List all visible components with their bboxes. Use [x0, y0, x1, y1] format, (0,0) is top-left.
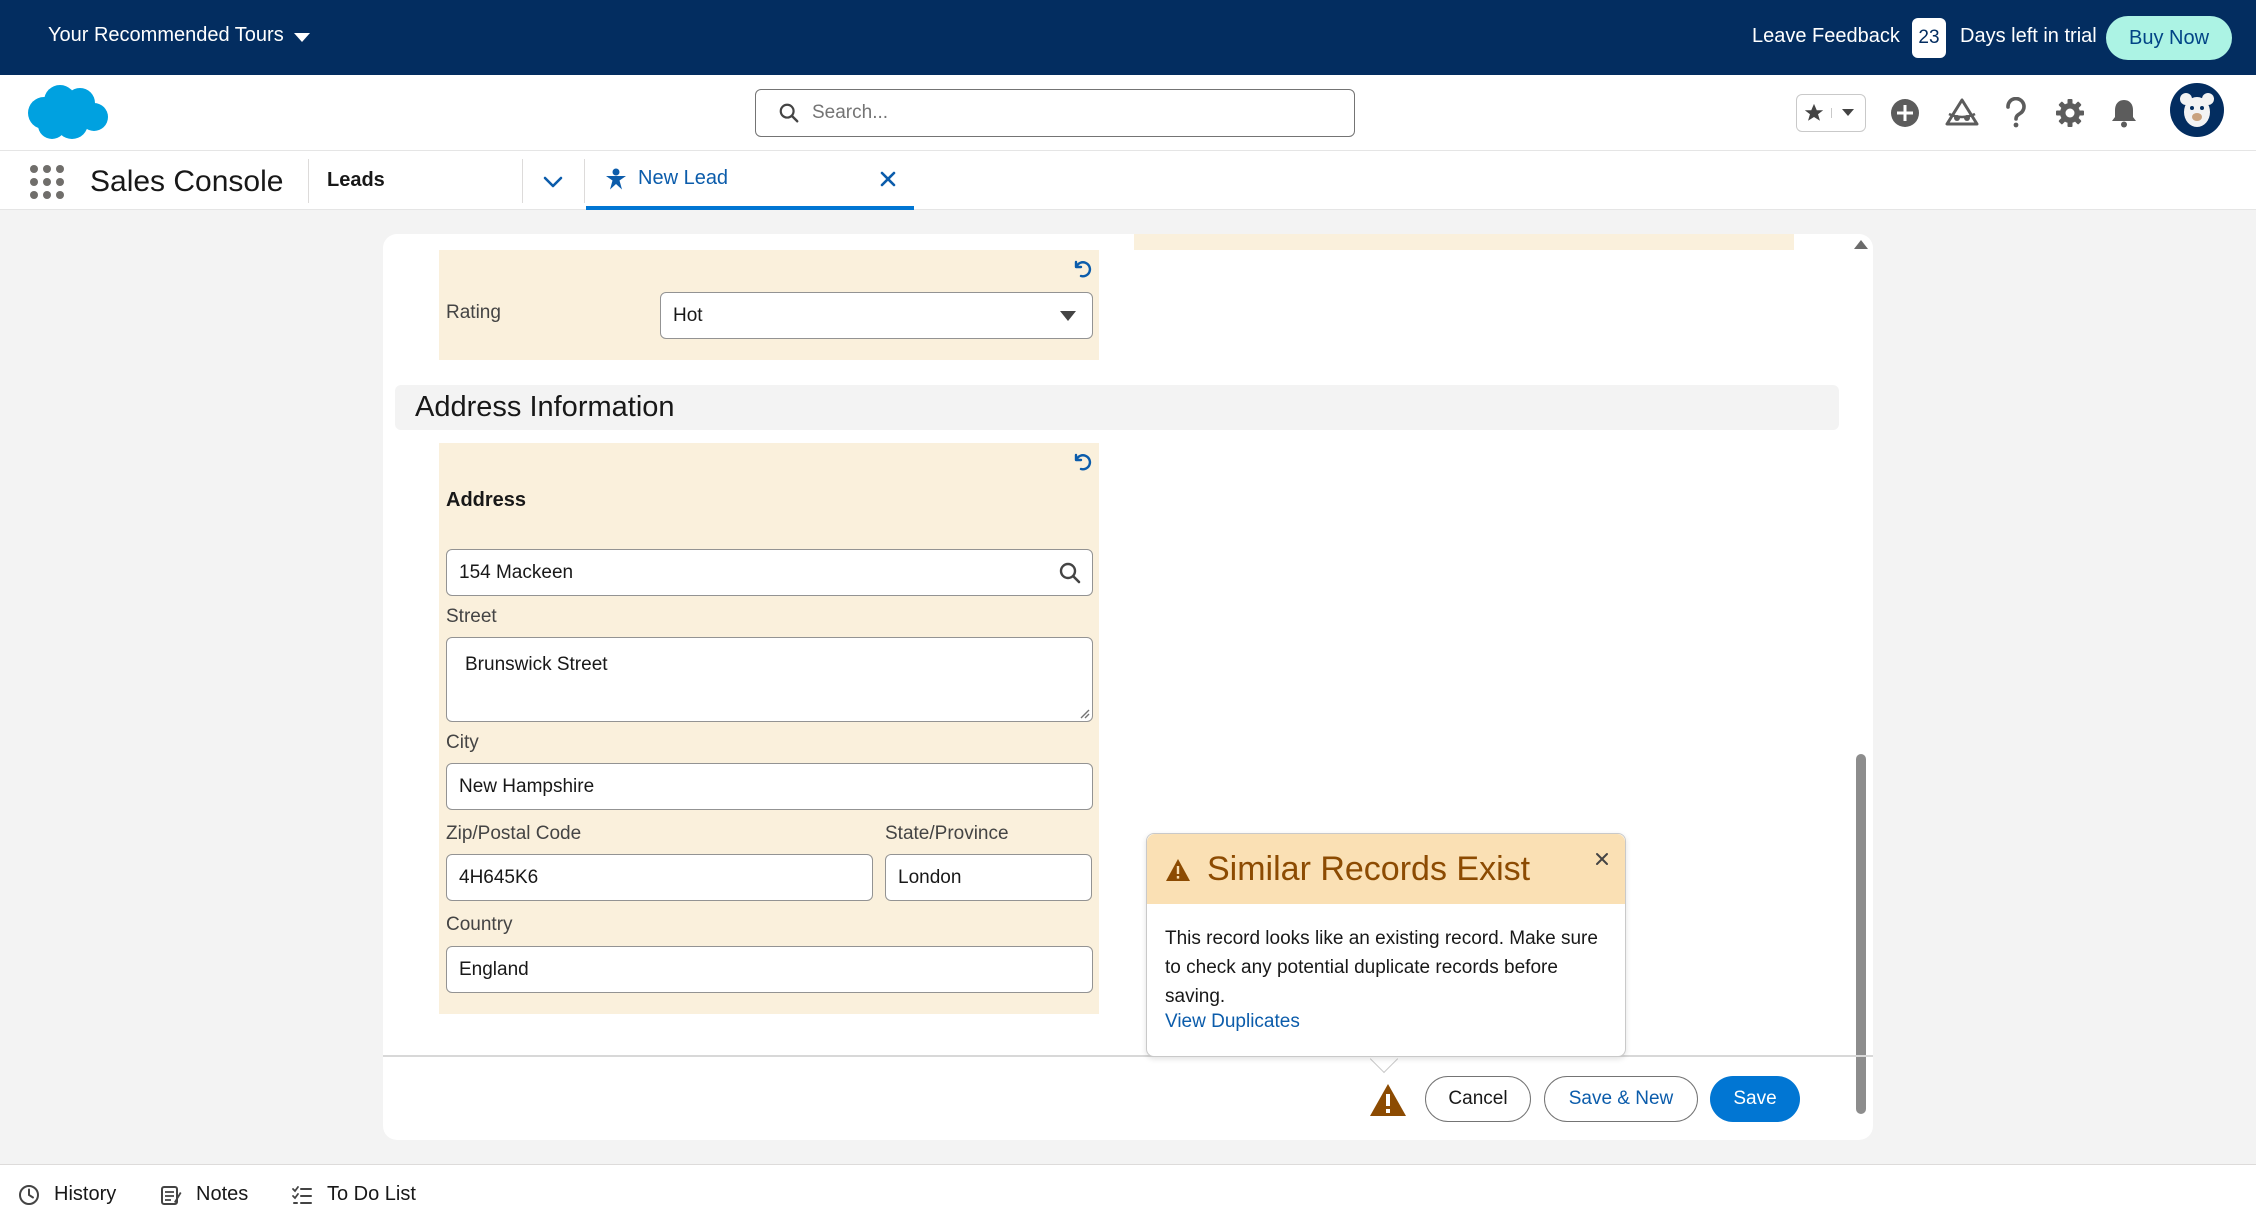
address-search-input[interactable]: 154 Mackeen	[446, 549, 1093, 596]
address-field-container	[439, 443, 1099, 1014]
section-title: Address Information	[415, 391, 675, 423]
buy-now-button[interactable]: Buy Now	[2106, 16, 2232, 60]
utility-history[interactable]: History	[18, 1183, 116, 1206]
rating-select[interactable]: Hot	[660, 292, 1093, 339]
close-icon[interactable]	[1591, 848, 1613, 870]
favorites-button-group	[1796, 94, 1866, 132]
country-input[interactable]: England	[446, 946, 1093, 993]
save-and-new-button[interactable]: Save & New	[1544, 1076, 1698, 1122]
tab-label: New Lead	[638, 167, 729, 189]
popover-message: This record looks like an existing recor…	[1165, 928, 1598, 1007]
notifications-bell-icon[interactable]	[2106, 95, 2142, 131]
utility-todo-list[interactable]: To Do List	[291, 1183, 416, 1206]
state-label: State/Province	[885, 823, 1009, 844]
state-value: London	[898, 866, 962, 888]
trailhead-icon[interactable]	[1944, 95, 1980, 131]
app-name: Sales Console	[90, 165, 284, 198]
app-launcher-icon[interactable]	[30, 165, 64, 199]
undo-rating-icon[interactable]	[1069, 256, 1093, 280]
zip-label: Zip/Postal Code	[446, 823, 582, 844]
popover-header: Similar Records Exist	[1147, 834, 1625, 904]
utility-todo-label: To Do List	[327, 1183, 416, 1205]
textarea-resize-handle[interactable]	[1078, 707, 1090, 719]
street-label: Street	[446, 606, 497, 627]
zip-input[interactable]: 4H645K6	[446, 854, 873, 901]
search-icon	[779, 103, 799, 123]
tab-new-lead[interactable]: New Lead	[586, 151, 914, 210]
trial-days-text: Days left in trial	[1960, 25, 2097, 47]
search-placeholder: Search...	[812, 102, 889, 123]
similar-records-popover: Similar Records Exist This record looks …	[1146, 833, 1626, 1057]
recommended-tours-menu[interactable]: Your Recommended Tours	[48, 24, 310, 47]
utility-bar: History Notes To Do List	[0, 1164, 2256, 1224]
app-navigation-bar: Sales Console Leads New Lead	[0, 151, 2256, 210]
undo-address-icon[interactable]	[1069, 449, 1093, 473]
notes-icon	[161, 1185, 182, 1205]
rating-value: Hot	[673, 304, 703, 326]
nav-divider	[522, 159, 523, 203]
city-input[interactable]: New Hampshire	[446, 763, 1093, 810]
checklist-icon	[292, 1185, 312, 1204]
scroll-up-arrow[interactable]	[1854, 240, 1868, 249]
warning-icon	[1166, 859, 1190, 881]
form-footer-divider	[383, 1055, 1873, 1057]
user-avatar[interactable]	[2170, 83, 2224, 137]
popover-title: Similar Records Exist	[1207, 850, 1531, 888]
global-add-icon[interactable]	[1887, 95, 1923, 131]
trial-days-badge: 23	[1912, 18, 1946, 58]
salesforce-logo[interactable]	[22, 81, 112, 145]
favorites-star-icon[interactable]	[1797, 102, 1831, 124]
clock-icon	[19, 1184, 39, 1205]
zip-value: 4H645K6	[459, 866, 539, 888]
state-input[interactable]: London	[885, 854, 1092, 901]
leave-feedback-link[interactable]: Leave Feedback	[1752, 25, 1900, 48]
country-value: England	[459, 958, 529, 980]
utility-history-label: History	[54, 1183, 117, 1205]
utility-notes-label: Notes	[196, 1183, 249, 1205]
cancel-button[interactable]: Cancel	[1425, 1076, 1531, 1122]
address-label: Address	[446, 489, 527, 511]
street-value: Brunswick Street	[465, 654, 608, 675]
nav-menu-chevron-down-icon[interactable]	[538, 169, 568, 195]
view-duplicates-link[interactable]: View Duplicates	[1165, 1011, 1300, 1033]
save-button[interactable]: Save	[1710, 1076, 1800, 1122]
lead-icon	[606, 168, 626, 189]
nav-item-leads[interactable]: Leads	[327, 169, 385, 192]
trial-banner: Your Recommended Tours Leave Feedback 23…	[0, 0, 2256, 75]
address-information-section-header[interactable]: Address Information	[395, 385, 1839, 430]
street-textarea[interactable]: Brunswick Street	[446, 637, 1093, 722]
nav-divider	[308, 159, 309, 203]
chevron-down-icon	[293, 32, 310, 42]
global-header: Search...	[0, 75, 2256, 151]
close-tab-icon[interactable]	[878, 169, 898, 189]
rating-label: Rating	[446, 302, 501, 323]
global-search-input[interactable]: Search...	[755, 89, 1355, 137]
highlighted-field-edge	[1134, 234, 1794, 250]
form-scrollbar-thumb[interactable]	[1856, 754, 1866, 1114]
utility-notes[interactable]: Notes	[160, 1183, 248, 1206]
recommended-tours-label: Your Recommended Tours	[48, 24, 284, 46]
help-icon[interactable]	[1998, 95, 2034, 131]
city-value: New Hampshire	[459, 775, 595, 797]
dropdown-caret-icon	[1060, 311, 1076, 321]
country-label: Country	[446, 914, 513, 935]
search-icon[interactable]	[1058, 561, 1082, 585]
setup-gear-icon[interactable]	[2052, 95, 2088, 131]
duplicate-warning-icon[interactable]	[1368, 1082, 1408, 1118]
favorites-dropdown-icon[interactable]	[1830, 108, 1866, 118]
city-label: City	[446, 732, 479, 753]
nav-divider	[584, 159, 585, 203]
address-search-value: 154 Mackeen	[459, 561, 574, 583]
